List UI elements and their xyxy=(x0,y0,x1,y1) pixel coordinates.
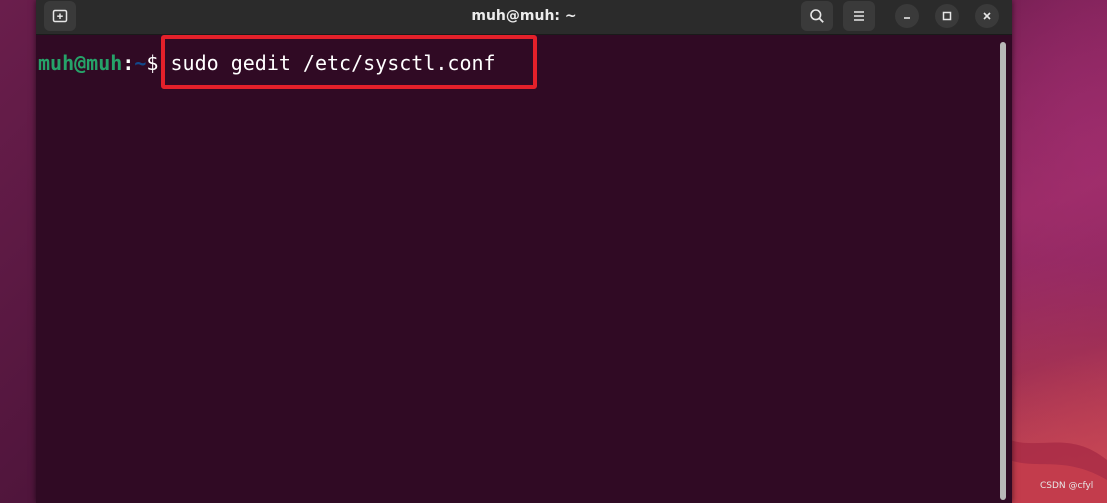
close-button[interactable] xyxy=(975,4,999,28)
prompt-symbol: $ xyxy=(146,51,159,75)
search-icon xyxy=(810,9,824,23)
search-button[interactable] xyxy=(801,1,833,31)
terminal-window: muh@muh: ~ muh@muh:~$ sudo gedit /etc/sy… xyxy=(36,0,1012,503)
maximize-icon xyxy=(942,11,952,21)
minimize-icon xyxy=(904,17,910,19)
hamburger-menu-icon xyxy=(854,11,864,21)
scrollbar[interactable] xyxy=(1000,42,1006,500)
command-highlight-box xyxy=(161,35,537,89)
close-icon xyxy=(983,12,991,20)
prompt-colon: : xyxy=(122,51,135,75)
minimize-button[interactable] xyxy=(895,4,919,28)
maximize-button[interactable] xyxy=(935,4,959,28)
title-bar[interactable]: muh@muh: ~ xyxy=(36,0,1012,35)
prompt-user: muh@muh xyxy=(38,51,123,75)
menu-button[interactable] xyxy=(843,1,875,31)
prompt-path: ~ xyxy=(134,51,147,75)
terminal-area[interactable]: muh@muh:~$ sudo gedit /etc/sysctl.conf xyxy=(36,35,1012,503)
watermark: CSDN @cfyl xyxy=(1040,481,1094,491)
